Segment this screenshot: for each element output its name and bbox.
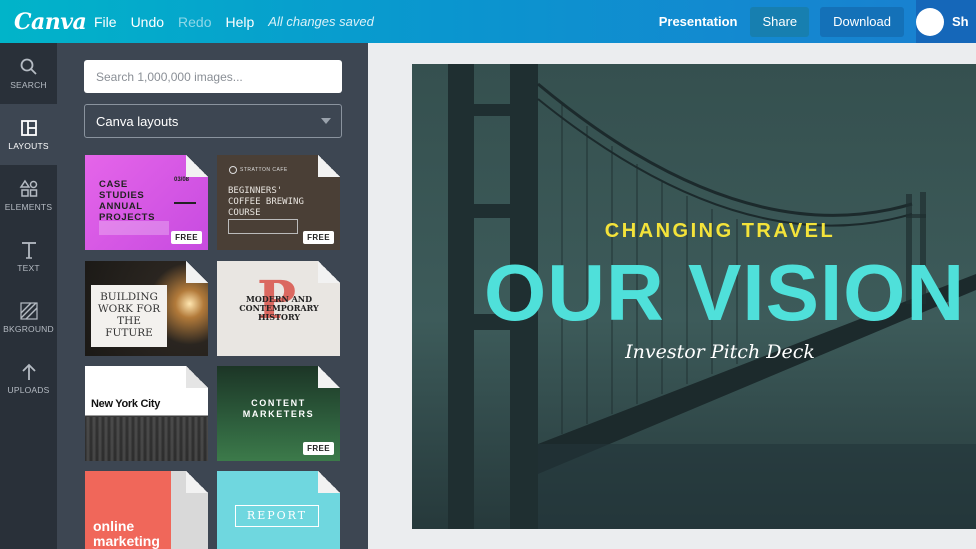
template-thumbnail[interactable]: BUILDING WORK FOR THE FUTURE [85,261,208,356]
editor-workspace: CHANGING TRAVEL OUR VISION Investor Pitc… [368,43,976,549]
page-fold [318,261,340,283]
page-fold [186,261,208,283]
rail-item-layouts[interactable]: LAYOUTS [0,104,57,165]
rail-item-text[interactable]: TEXT [0,226,57,287]
free-badge: FREE [303,442,334,455]
background-icon [19,302,38,320]
page-fold [186,366,208,388]
slide-headline[interactable]: OUR VISION [484,247,965,339]
template-thumbnail[interactable]: P MODERN AND CONTEMPORARY HISTORY [217,261,340,356]
template-page-number: 03/08 [174,177,190,183]
slide-subtitle[interactable]: Investor Pitch Deck [412,341,976,363]
template-title: REPORT [246,509,308,522]
rail-label-uploads: UPLOADS [7,385,50,395]
chevron-down-icon [321,118,331,124]
text-icon [21,242,36,259]
template-thumbnail[interactable]: online marketing [85,471,208,549]
rail-label-search: SEARCH [10,80,47,90]
rail-item-search[interactable]: SEARCH [0,43,57,104]
file-menu[interactable]: File [94,14,117,30]
template-title: BUILDING WORK FOR THE FUTURE [97,291,161,339]
share-button[interactable]: Share [750,6,810,37]
free-badge: FREE [171,231,202,244]
download-button[interactable]: Download [820,6,904,37]
template-thumbnail[interactable]: CONTENT MARKETERS FREE [217,366,340,461]
elements-icon [19,179,37,197]
slide-kicker[interactable]: CHANGING TRAVEL [412,220,976,243]
account-menu[interactable]: Sh [916,0,976,43]
top-right-controls: Presentation Share Download Sh [659,0,976,43]
template-title: CONTENT MARKETERS [242,398,315,419]
undo-button[interactable]: Undo [131,14,164,30]
template-thumbnail[interactable]: STRATTON CAFE BEGINNERS' COFFEE BREWING … [217,155,340,250]
template-brand: STRATTON CAFE [240,167,288,173]
rail-label-background: BKGROUND [3,324,54,334]
rail-item-elements[interactable]: ELEMENTS [0,165,57,226]
page-fold [318,155,340,177]
help-menu[interactable]: Help [226,14,255,30]
template-title: MODERN AND CONTEMPORARY HISTORY [239,294,319,322]
template-title: CASE STUDIES ANNUAL PROJECTS [99,179,156,223]
canva-logo[interactable]: Canva [14,9,87,35]
image-search-input[interactable] [84,60,342,93]
layouts-dropdown-value: Canva layouts [96,113,179,129]
side-rail: SEARCH LAYOUTS ELEMENTS TEXT BKGROUND UP… [0,43,57,549]
rail-label-layouts: LAYOUTS [8,141,49,151]
avatar[interactable] [916,7,944,36]
save-status: All changes saved [268,14,374,29]
rail-item-uploads[interactable]: UPLOADS [0,348,57,409]
layouts-dropdown[interactable]: Canva layouts [84,104,342,138]
rail-label-elements: ELEMENTS [4,202,53,212]
free-badge: FREE [303,231,334,244]
page-fold [186,155,208,177]
page-fold [186,471,208,493]
account-label[interactable]: Sh [952,14,969,29]
template-thumbnail[interactable]: CASE STUDIES ANNUAL PROJECTS 03/08 FREE [85,155,208,250]
template-title: BEGINNERS' COFFEE BREWING COURSE [228,186,304,218]
template-thumbnail[interactable]: New York City [85,366,208,461]
cafe-logo-icon [229,166,237,174]
template-divider [174,202,196,204]
template-thumbnail[interactable]: REPORT [217,471,340,549]
search-icon [20,58,37,75]
page-fold [318,366,340,388]
template-title: New York City [91,398,161,410]
upload-icon [21,363,36,380]
slide-canvas[interactable]: CHANGING TRAVEL OUR VISION Investor Pitc… [412,64,976,529]
template-title: online marketing [93,518,160,549]
redo-button[interactable]: Redo [178,14,211,30]
template-box [228,219,298,234]
document-type-label[interactable]: Presentation [659,14,738,29]
rail-item-background[interactable]: BKGROUND [0,287,57,348]
layouts-icon [20,120,37,136]
template-photo [99,221,169,235]
top-bar: Canva File Undo Redo Help All changes sa… [0,0,976,43]
template-photo [85,417,208,461]
page-fold [318,471,340,493]
rail-label-text: TEXT [17,263,40,273]
layouts-panel: Canva layouts CASE STUDIES ANNUAL PROJEC… [57,43,368,549]
